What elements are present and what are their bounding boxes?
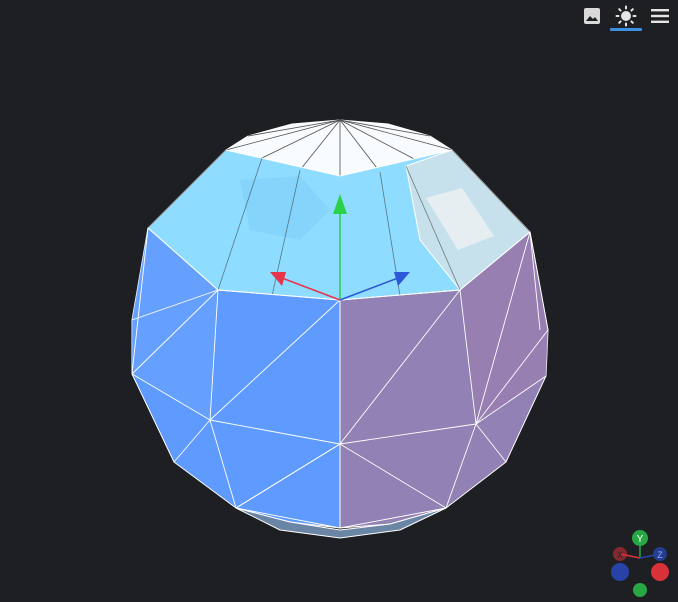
gizmo-negative-x bbox=[611, 563, 629, 581]
viewer-toolbar bbox=[578, 4, 674, 31]
orientation-gizmo[interactable]: Y X Z bbox=[604, 528, 676, 600]
menu-button[interactable] bbox=[646, 4, 674, 28]
gizmo-label-z: Z bbox=[657, 550, 663, 560]
gizmo-label-x: X bbox=[617, 550, 623, 560]
image-icon bbox=[584, 8, 600, 24]
lighting-button[interactable] bbox=[610, 4, 642, 31]
3d-viewport[interactable] bbox=[0, 0, 678, 602]
gizmo-negative-y bbox=[633, 583, 647, 597]
gizmo-negative-z bbox=[651, 563, 669, 581]
background-image-button[interactable] bbox=[578, 4, 606, 28]
sun-icon bbox=[615, 5, 637, 27]
menu-icon bbox=[651, 9, 669, 23]
gizmo-label-y: Y bbox=[637, 534, 644, 545]
